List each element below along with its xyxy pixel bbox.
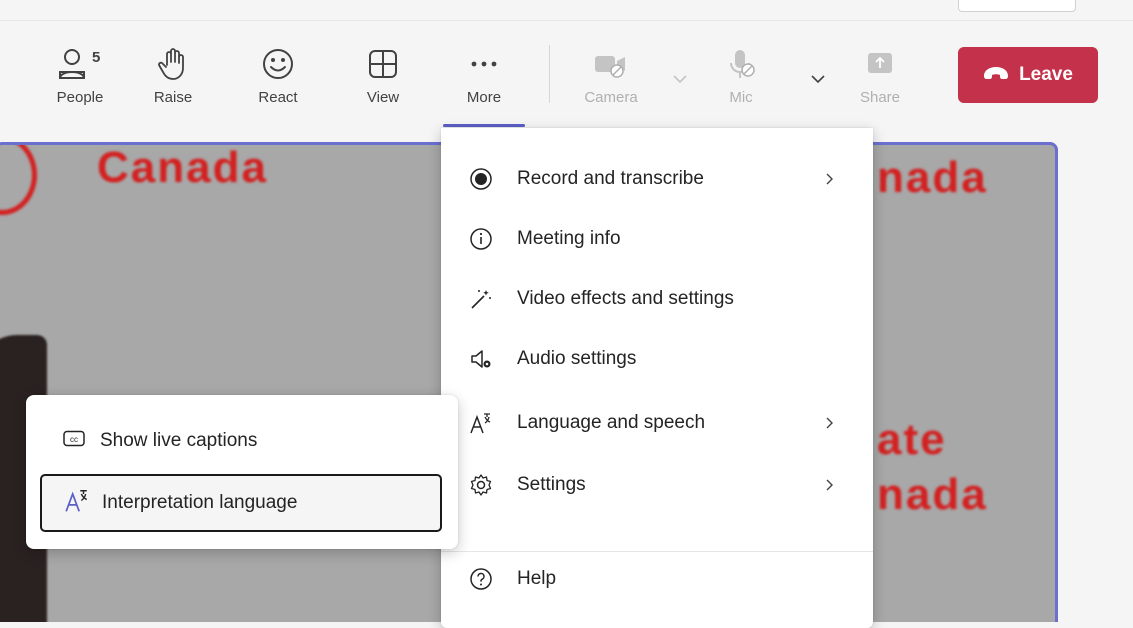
menu-item-label: Audio settings [517,348,637,369]
menu-item-audio-settings[interactable]: Audio settings [441,332,873,386]
submenu-item-label: Interpretation language [102,492,298,513]
raise-label: Raise [153,89,193,106]
video-logo-ring [0,145,37,215]
meeting-toolbar: 5 People Raise React View More Camera Mi… [0,21,1133,128]
camera-off-icon [576,47,646,81]
menu-item-label: Record and transcribe [517,168,704,189]
mic-label: Mic [729,89,753,106]
view-button[interactable]: View [348,47,418,119]
camera-button[interactable]: Camera [576,47,646,119]
menu-item-meeting-info[interactable]: Meeting info [441,212,873,266]
mic-options-chevron-icon[interactable] [808,69,828,89]
people-count: 5 [92,49,101,66]
gear-icon [469,473,493,497]
camera-options-chevron-icon[interactable] [670,69,690,89]
more-dots-icon [449,47,519,81]
more-label: More [466,89,502,106]
video-text-nada-top: nada [877,153,988,202]
leave-label: Leave [1019,64,1073,85]
hand-icon [138,47,208,81]
submenu-item-show-live-captions[interactable]: cc Show live captions [40,412,442,470]
camera-label: Camera [584,89,638,106]
share-label: Share [859,89,901,106]
hang-up-icon [983,64,1009,86]
speaker-settings-icon [469,347,493,371]
language-icon [469,411,493,435]
magic-wand-icon [469,287,493,311]
menu-item-settings[interactable]: Settings [441,458,873,512]
share-button[interactable]: Share [845,47,915,119]
submenu-item-label: Show live captions [100,430,258,451]
share-icon [845,47,915,81]
menu-item-label: Meeting info [517,228,621,249]
mic-button[interactable]: Mic [706,47,776,119]
info-icon [469,227,493,251]
more-button[interactable]: More [449,47,519,119]
grid-view-icon [348,47,418,81]
more-menu: Record and transcribe Meeting info Video… [441,128,873,628]
closed-captions-icon: cc [62,429,86,454]
record-icon [469,167,493,191]
menu-item-label: Settings [517,474,586,495]
video-text-nada-bottom: nada [877,470,988,519]
menu-item-help[interactable]: Help [441,552,873,606]
chevron-right-icon [821,477,837,493]
top-strip [0,0,1133,20]
people-label: People [56,89,104,106]
menu-item-label: Help [517,568,557,589]
help-icon [469,567,493,591]
submenu-item-interpretation-language[interactable]: Interpretation language [40,474,442,532]
video-text-canada: Canada [97,143,268,192]
raise-hand-button[interactable]: Raise [138,47,208,119]
smiley-icon [243,47,313,81]
toolbar-separator [549,45,550,103]
mic-off-icon [706,47,776,81]
menu-item-language-and-speech[interactable]: Language and speech [441,396,873,450]
people-icon [45,47,115,81]
react-button[interactable]: React [243,47,313,119]
menu-item-label: Language and speech [517,412,706,433]
chevron-right-icon [821,415,837,431]
menu-item-label: Video effects and settings [517,288,734,309]
language-and-speech-submenu: cc Show live captions Interpretation lan… [26,395,458,549]
menu-item-video-effects[interactable]: Video effects and settings [441,272,873,326]
more-active-indicator [443,124,525,127]
leave-button[interactable]: Leave [958,47,1098,103]
menu-item-record-and-transcribe[interactable]: Record and transcribe [441,152,873,206]
svg-text:cc: cc [70,435,78,444]
view-label: View [366,89,400,106]
react-label: React [258,89,298,106]
top-button-fragment[interactable] [958,0,1076,12]
video-text-ate: ate [877,415,947,464]
people-button[interactable]: 5 People [45,47,115,119]
chevron-right-icon [821,171,837,187]
interpretation-icon [64,488,90,519]
